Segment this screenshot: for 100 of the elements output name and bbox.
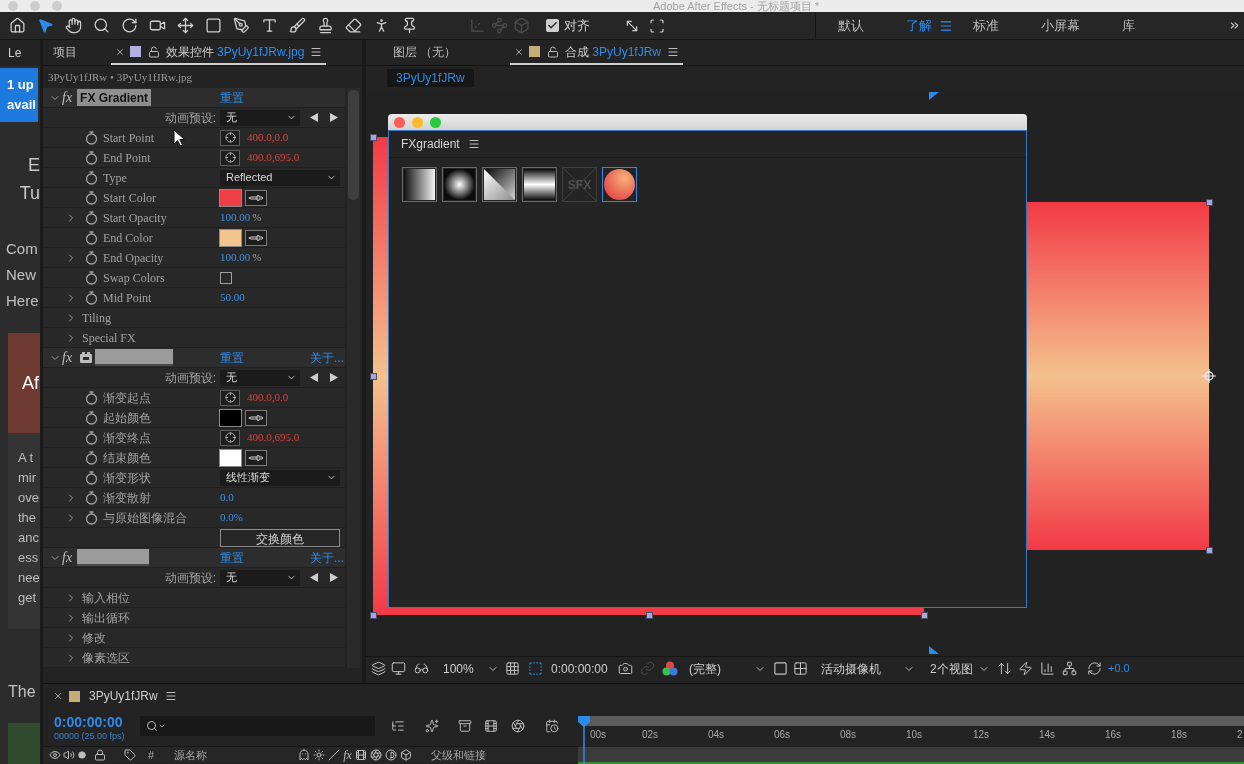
view-tab[interactable]: 3PyUy1fJRw xyxy=(387,69,474,87)
point-target-button[interactable] xyxy=(220,389,240,406)
color-swatch[interactable] xyxy=(220,449,241,466)
browser-tab[interactable]: Le xyxy=(0,40,40,66)
anchor-point-icon[interactable] xyxy=(1202,369,1216,383)
glasses-icon[interactable] xyxy=(414,661,429,676)
speaker-icon[interactable] xyxy=(63,749,75,761)
fx-label[interactable]: fx xyxy=(62,89,73,106)
triangle-left-icon[interactable] xyxy=(310,373,318,382)
eyedropper-button[interactable] xyxy=(245,409,267,426)
ghost-icon[interactable] xyxy=(298,749,311,761)
resolution-dropdown[interactable]: (完整) xyxy=(686,659,766,678)
workspace-tab[interactable]: 标准 xyxy=(973,15,999,36)
eye-icon[interactable] xyxy=(49,749,61,761)
scrollbar-thumb[interactable] xyxy=(348,90,359,200)
camera-dropdown[interactable]: 活动摄像机 xyxy=(818,659,915,678)
property-value[interactable]: 50.00 xyxy=(220,289,245,306)
point-target-button[interactable] xyxy=(220,149,240,166)
property-dropdown[interactable]: 线性渐变 xyxy=(220,469,340,486)
list-tree-icon[interactable] xyxy=(391,719,405,733)
preset-tile[interactable] xyxy=(442,167,477,202)
reset-link[interactable]: 重置 xyxy=(220,548,244,567)
bar-chart-icon[interactable] xyxy=(1040,661,1055,676)
search-field[interactable] xyxy=(140,716,375,736)
stopwatch-icon[interactable] xyxy=(85,430,98,445)
exposure-value[interactable]: +0.0 xyxy=(1108,660,1130,677)
film-icon[interactable] xyxy=(484,719,498,733)
close-icon[interactable] xyxy=(514,46,525,57)
stopwatch-icon[interactable] xyxy=(85,390,98,405)
triangle-left-icon[interactable] xyxy=(310,113,318,122)
preset-tile[interactable] xyxy=(522,167,557,202)
panel-tab[interactable]: 图层 （无） xyxy=(393,40,457,65)
frame-corners-icon[interactable] xyxy=(649,17,665,34)
flowchart-icon[interactable] xyxy=(1062,661,1077,676)
sparkle-icon[interactable] xyxy=(425,719,439,733)
action-button[interactable]: 交换颜色 xyxy=(220,528,340,547)
reset-link[interactable]: 重置 xyxy=(220,348,244,367)
panel-tab[interactable]: 项目 xyxy=(53,40,77,65)
name-field[interactable] xyxy=(95,349,174,366)
zoom-dropdown[interactable]: 100% xyxy=(440,659,499,678)
reset-link[interactable]: 重置 xyxy=(220,88,244,107)
checkerboard-icon[interactable] xyxy=(793,661,808,676)
transform-handle[interactable] xyxy=(1206,199,1213,206)
dashed-square-icon[interactable] xyxy=(528,661,543,676)
triangle-left-icon[interactable] xyxy=(310,573,318,582)
half-circle-icon[interactable] xyxy=(384,749,397,761)
monitor-icon[interactable] xyxy=(391,661,406,676)
stopwatch-icon[interactable] xyxy=(85,150,98,165)
playhead[interactable] xyxy=(578,716,590,764)
workspace-tab[interactable]: 库 xyxy=(1122,15,1135,36)
property-value[interactable]: 100.00 xyxy=(220,209,251,226)
sun-icon[interactable] xyxy=(313,749,326,761)
color-swatch[interactable] xyxy=(220,229,241,246)
triangle-right-icon[interactable] xyxy=(330,373,338,382)
stopwatch-icon[interactable] xyxy=(85,450,98,465)
slash-icon[interactable] xyxy=(328,749,341,761)
tag-icon[interactable] xyxy=(124,749,136,761)
stopwatch-icon[interactable] xyxy=(85,290,98,305)
padlock-icon[interactable] xyxy=(547,45,560,58)
stopwatch-icon[interactable] xyxy=(85,470,98,485)
about-link[interactable]: 关于... xyxy=(310,348,344,367)
property-value[interactable]: 0.0 xyxy=(220,489,234,506)
refresh-icon[interactable] xyxy=(1087,661,1102,676)
close-icon[interactable] xyxy=(53,691,63,701)
square-icon[interactable] xyxy=(773,661,788,676)
archive-icon[interactable] xyxy=(458,719,472,733)
workspace-tab[interactable]: 默认 xyxy=(838,15,864,36)
dot-icon[interactable] xyxy=(78,751,86,759)
stopwatch-icon[interactable] xyxy=(85,170,98,185)
stopwatch-icon[interactable] xyxy=(85,510,98,525)
eyedropper-button[interactable] xyxy=(245,189,267,206)
calendar-clock-icon[interactable] xyxy=(545,719,559,733)
property-value[interactable]: 0.0% xyxy=(220,509,243,526)
color-swatch[interactable] xyxy=(220,189,241,206)
current-timecode[interactable]: 0:00:00:00 xyxy=(54,714,138,731)
menu-icon[interactable] xyxy=(667,45,680,58)
point-target-button[interactable] xyxy=(220,429,240,446)
preset-dropdown[interactable]: 无 xyxy=(220,369,300,386)
workspace-tab[interactable]: 小屏幕 xyxy=(1041,15,1080,36)
stopwatch-icon[interactable] xyxy=(85,190,98,205)
checkbox[interactable] xyxy=(220,271,232,284)
menu-icon[interactable] xyxy=(310,45,323,58)
menu-icon[interactable] xyxy=(164,690,177,702)
camera-icon[interactable] xyxy=(618,661,633,676)
layers-icon[interactable] xyxy=(371,661,386,676)
column-heading[interactable]: 源名称 xyxy=(174,746,275,764)
eyedropper-button[interactable] xyxy=(245,229,267,246)
panel-tab[interactable]: 合成 3PyUy1fJRw xyxy=(510,40,684,65)
eyedropper-button[interactable] xyxy=(245,449,267,466)
close-icon[interactable] xyxy=(115,46,125,57)
stopwatch-icon[interactable] xyxy=(85,130,98,145)
stopwatch-icon[interactable] xyxy=(85,270,98,285)
lightning-icon[interactable] xyxy=(1018,661,1033,676)
film-icon[interactable] xyxy=(354,749,367,761)
property-value[interactable]: 100.00 xyxy=(220,249,251,266)
name-field[interactable] xyxy=(77,549,150,566)
padlock-icon[interactable] xyxy=(94,749,106,761)
triangle-right-icon[interactable] xyxy=(330,113,338,122)
preset-dropdown[interactable]: 无 xyxy=(220,109,300,126)
stopwatch-icon[interactable] xyxy=(85,250,98,265)
